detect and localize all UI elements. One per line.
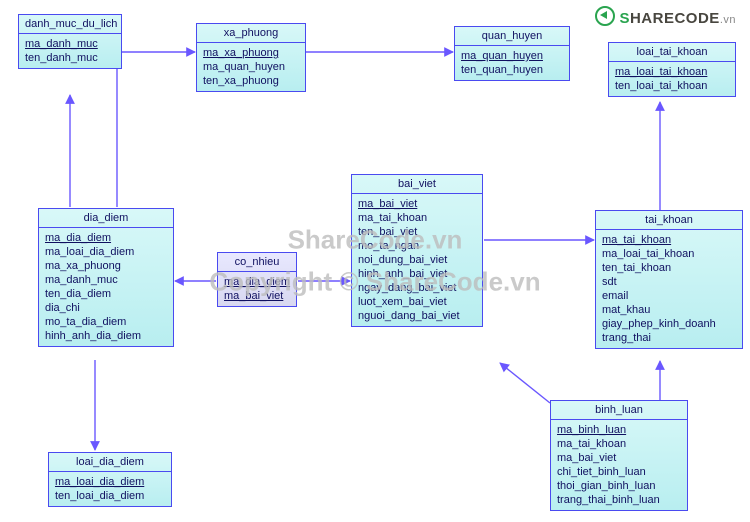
entity-bai-viet: bai_viet ma_bai_viet ma_tai_khoan ten_ba… <box>351 174 483 327</box>
attr: dia_chi <box>45 301 167 315</box>
attr: ma_xa_phuong <box>203 46 299 60</box>
entity-title: binh_luan <box>551 401 687 420</box>
recycle-icon <box>595 6 615 26</box>
attr: thoi_gian_binh_luan <box>557 479 681 493</box>
attr: ma_tai_khoan <box>557 437 681 451</box>
entity-title: tai_khoan <box>596 211 742 230</box>
attr: ten_tai_khoan <box>602 261 736 275</box>
entity-body: ma_binh_luan ma_tai_khoan ma_bai_viet ch… <box>551 420 687 510</box>
entity-xa-phuong: xa_phuong ma_xa_phuong ma_quan_huyen ten… <box>196 23 306 92</box>
entity-body: ma_dia_diem ma_bai_viet <box>218 272 296 306</box>
attr: ma_danh_muc <box>25 37 115 51</box>
entity-loai-tai-khoan: loai_tai_khoan ma_loai_tai_khoan ten_loa… <box>608 42 736 97</box>
attr: email <box>602 289 736 303</box>
attr: noi_dung_bai_viet <box>358 253 476 267</box>
entity-title: loai_tai_khoan <box>609 43 735 62</box>
attr: ten_dia_diem <box>45 287 167 301</box>
entity-tai-khoan: tai_khoan ma_tai_khoan ma_loai_tai_khoan… <box>595 210 743 349</box>
attr: ma_binh_luan <box>557 423 681 437</box>
attr: trang_thai_binh_luan <box>557 493 681 507</box>
attr: ten_danh_muc <box>25 51 115 65</box>
entity-body: ma_quan_huyen ten_quan_huyen <box>455 46 569 80</box>
entity-body: ma_bai_viet ma_tai_khoan ten_bai_viet mo… <box>352 194 482 326</box>
entity-body: ma_loai_tai_khoan ten_loai_tai_khoan <box>609 62 735 96</box>
logo-accent: S <box>619 10 630 27</box>
entity-title: danh_muc_du_lich <box>19 15 121 34</box>
entity-title: bai_viet <box>352 175 482 194</box>
attr: hinh_anh_dia_diem <box>45 329 167 343</box>
attr: mat_khau <box>602 303 736 317</box>
entity-title: xa_phuong <box>197 24 305 43</box>
entity-title: loai_dia_diem <box>49 453 171 472</box>
attr: mo_ta_ngan <box>358 239 476 253</box>
attr: ma_bai_viet <box>358 197 476 211</box>
attr: ma_loai_tai_khoan <box>615 65 729 79</box>
attr: ma_quan_huyen <box>461 49 563 63</box>
attr: ma_quan_huyen <box>203 60 299 74</box>
entity-loai-dia-diem: loai_dia_diem ma_loai_dia_diem ten_loai_… <box>48 452 172 507</box>
attr: ten_bai_viet <box>358 225 476 239</box>
entity-body: ma_loai_dia_diem ten_loai_dia_diem <box>49 472 171 506</box>
entity-body: ma_dia_diem ma_loai_dia_diem ma_xa_phuon… <box>39 228 173 346</box>
attr: ngay_dang_bai_viet <box>358 281 476 295</box>
entity-body: ma_tai_khoan ma_loai_tai_khoan ten_tai_k… <box>596 230 742 348</box>
attr: ma_tai_khoan <box>602 233 736 247</box>
entity-body: ma_xa_phuong ma_quan_huyen ten_xa_phuong <box>197 43 305 91</box>
entity-co-nhieu: co_nhieu ma_dia_diem ma_bai_viet <box>217 252 297 307</box>
attr: trang_thai <box>602 331 736 345</box>
attr: chi_tiet_binh_luan <box>557 465 681 479</box>
attr: ma_bai_viet <box>557 451 681 465</box>
attr: luot_xem_bai_viet <box>358 295 476 309</box>
attr: ma_loai_dia_diem <box>45 245 167 259</box>
entity-title: co_nhieu <box>218 253 296 272</box>
entity-title: dia_diem <box>39 209 173 228</box>
attr: ma_bai_viet <box>224 289 290 303</box>
entity-dia-diem: dia_diem ma_dia_diem ma_loai_dia_diem ma… <box>38 208 174 347</box>
brand-logo: SHARECODE.vn <box>595 6 736 27</box>
attr: ma_xa_phuong <box>45 259 167 273</box>
attr: ten_xa_phuong <box>203 74 299 88</box>
logo-text: HARECODE <box>630 10 720 27</box>
attr: sdt <box>602 275 736 289</box>
attr: mo_ta_dia_diem <box>45 315 167 329</box>
attr: ma_danh_muc <box>45 273 167 287</box>
entity-binh-luan: binh_luan ma_binh_luan ma_tai_khoan ma_b… <box>550 400 688 511</box>
attr: ma_tai_khoan <box>358 211 476 225</box>
attr: ma_dia_diem <box>45 231 167 245</box>
entity-title: quan_huyen <box>455 27 569 46</box>
entity-body: ma_danh_muc ten_danh_muc <box>19 34 121 68</box>
attr: ma_loai_dia_diem <box>55 475 165 489</box>
attr: ma_loai_tai_khoan <box>602 247 736 261</box>
entity-quan-huyen: quan_huyen ma_quan_huyen ten_quan_huyen <box>454 26 570 81</box>
attr: ten_loai_tai_khoan <box>615 79 729 93</box>
attr: ma_dia_diem <box>224 275 290 289</box>
entity-danh-muc-du-lich: danh_muc_du_lich ma_danh_muc ten_danh_mu… <box>18 14 122 69</box>
logo-suffix: .vn <box>720 14 736 26</box>
attr: nguoi_dang_bai_viet <box>358 309 476 323</box>
attr: ten_quan_huyen <box>461 63 563 77</box>
attr: giay_phep_kinh_doanh <box>602 317 736 331</box>
attr: ten_loai_dia_diem <box>55 489 165 503</box>
attr: hinh_anh_bai_viet <box>358 267 476 281</box>
